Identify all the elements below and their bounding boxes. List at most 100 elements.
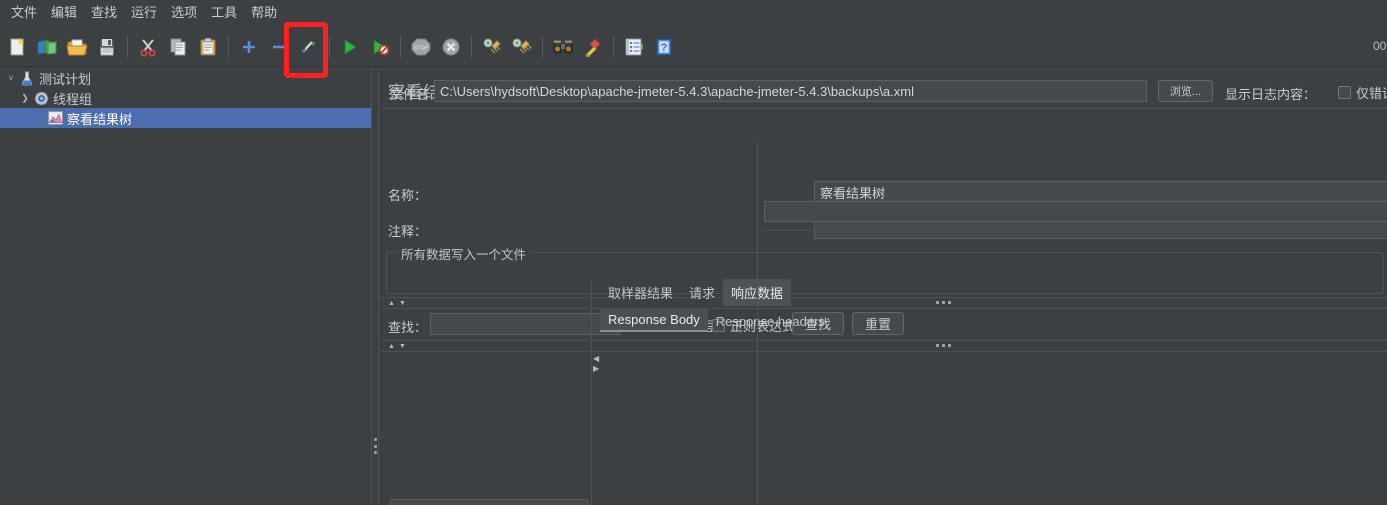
tree-label-view-results-tree: 察看结果树 — [67, 111, 133, 127]
search-binoculars-icon — [553, 40, 573, 53]
test-plan-tree[interactable]: ˅ 测试计划 ❯ 线程组 察看结果树 — [0, 68, 371, 505]
shutdown-button[interactable] — [437, 32, 465, 62]
test-plan-icon — [18, 70, 36, 86]
view-results-tree-panel: 察看结果树 名称： 注释： 所有数据写入一个文件 文件名 浏览... 显示日志内… — [380, 68, 1387, 505]
triangle-right-icon[interactable]: ▶ — [593, 364, 599, 374]
clear-button[interactable] — [478, 32, 506, 62]
run-start-button[interactable] — [336, 32, 364, 62]
splitter-grip[interactable] — [373, 438, 378, 454]
menu-item-help[interactable]: 帮助 — [244, 2, 284, 24]
toolbar-separator-1 — [127, 35, 128, 58]
title-divider — [380, 108, 1387, 109]
clear-icon — [483, 38, 501, 53]
toggle-enable-icon — [302, 40, 315, 53]
comment-field-label: 注释： — [388, 224, 428, 239]
tree-label-thread-group: 线程组 — [53, 91, 93, 107]
tree-main-splitter[interactable] — [371, 68, 379, 505]
view-results-tree-icon — [46, 110, 64, 126]
paste-clipboard-icon — [200, 37, 216, 55]
menu-item-tools[interactable]: 工具 — [204, 2, 244, 24]
renderer-select[interactable]: Text ▼ — [390, 499, 588, 505]
save-icon — [98, 38, 116, 55]
elapsed-timer: 00:00:00 — [1373, 39, 1387, 53]
tree-label-test-plan: 测试计划 — [39, 71, 92, 87]
toggle-button[interactable] — [295, 32, 323, 62]
toolbar-separator-3 — [329, 35, 330, 58]
copy-icon — [170, 38, 186, 55]
cut-scissors-icon — [140, 38, 156, 56]
stop-button[interactable]: STOP — [407, 32, 435, 62]
result-tabs: 取样器结果 请求 响应数据 — [600, 279, 792, 306]
menu-item-edit[interactable]: 编辑 — [44, 2, 84, 24]
name-input[interactable] — [814, 181, 1387, 203]
chevron-right-icon[interactable]: ❯ — [18, 93, 32, 104]
run-no-timers-button[interactable] — [366, 32, 394, 62]
toolbar-separator-5 — [471, 35, 472, 58]
reset-search-button[interactable] — [579, 32, 607, 62]
toolbar-separator-2 — [228, 35, 229, 58]
help-book-icon: ? — [656, 38, 672, 55]
menu-item-search[interactable]: 查找 — [84, 2, 124, 24]
menu-item-file[interactable]: 文件 — [4, 2, 44, 24]
templates-icon — [37, 38, 57, 55]
write-all-data-group-title: 所有数据写入一个文件 — [397, 244, 531, 263]
jmeter-window: 文件 编辑 查找 运行 选项 工具 帮助 STOP ? 00 ˅ 测试计划 ❯ … — [0, 0, 1387, 505]
menu-bar: 文件 编辑 查找 运行 选项 工具 帮助 — [0, 0, 1387, 26]
tree-item-thread-group[interactable]: ❯ 线程组 — [0, 88, 371, 108]
templates-button[interactable] — [33, 32, 61, 62]
toolbar: STOP ? 00 — [0, 27, 1387, 67]
stop-icon: STOP — [411, 38, 431, 55]
response-find-input[interactable] — [764, 201, 1387, 222]
copy-button[interactable] — [164, 32, 192, 62]
new-document-button[interactable] — [3, 32, 31, 62]
search-button[interactable] — [549, 32, 577, 62]
tree-item-test-plan[interactable]: ˅ 测试计划 — [0, 68, 371, 88]
browse-button[interactable]: 浏览... — [1158, 80, 1213, 102]
svg-text:STOP: STOP — [414, 45, 429, 51]
error-log-only-checkbox[interactable]: 仅错误日志 — [1338, 83, 1387, 102]
triangle-left-icon[interactable]: ◀ — [593, 354, 599, 364]
chevron-down-icon[interactable]: ˅ — [4, 73, 18, 83]
new-document-icon — [10, 38, 24, 55]
tab-sampler-result[interactable]: 取样器结果 — [600, 279, 681, 306]
results-list-pane: Text ▼ — [380, 280, 592, 505]
expand-plus-icon — [243, 40, 255, 53]
help-button[interactable]: ? — [650, 32, 678, 62]
splitter-arrows[interactable]: ◀ ▶ — [593, 354, 599, 374]
toolbar-separator-4 — [400, 35, 401, 58]
function-helper-icon — [625, 38, 643, 55]
menu-item-run[interactable]: 运行 — [124, 2, 164, 24]
clear-all-button[interactable] — [508, 32, 536, 62]
log-display-label: 显示日志内容： — [1225, 87, 1317, 102]
results-detail-splitter[interactable]: ◀ ▶ — [592, 280, 600, 505]
save-button[interactable] — [93, 32, 121, 62]
collapse-button[interactable] — [265, 32, 293, 62]
run-no-timers-icon — [373, 38, 390, 55]
error-log-only-label: 仅错误日志 — [1356, 86, 1387, 101]
filename-label: 文件名 — [390, 87, 430, 102]
response-body-textarea[interactable] — [764, 230, 1387, 505]
paste-button[interactable] — [194, 32, 222, 62]
toolbar-separator-7 — [613, 35, 614, 58]
tree-item-view-results-tree[interactable]: 察看结果树 — [0, 108, 371, 128]
function-helper-button[interactable] — [620, 32, 648, 62]
expand-button[interactable] — [235, 32, 263, 62]
checkbox-box-icon[interactable] — [1338, 86, 1351, 99]
tab-request[interactable]: 请求 — [681, 279, 723, 306]
open-button[interactable] — [63, 32, 91, 62]
run-start-icon — [344, 38, 357, 55]
open-folder-icon — [66, 39, 88, 55]
name-field-label: 名称： — [388, 188, 428, 203]
subtab-response-body[interactable]: Response Body — [600, 309, 708, 332]
clear-all-icon — [512, 38, 532, 53]
thread-group-icon — [32, 90, 50, 106]
reset-search-broom-icon — [585, 37, 601, 57]
response-pane-edge — [757, 140, 758, 505]
toolbar-separator-6 — [542, 35, 543, 58]
collapse-minus-icon — [273, 45, 285, 48]
menu-item-options[interactable]: 选项 — [164, 2, 204, 24]
cut-button[interactable] — [134, 32, 162, 62]
filename-input[interactable] — [434, 80, 1147, 102]
shutdown-icon — [442, 38, 460, 55]
svg-text:?: ? — [661, 42, 668, 54]
